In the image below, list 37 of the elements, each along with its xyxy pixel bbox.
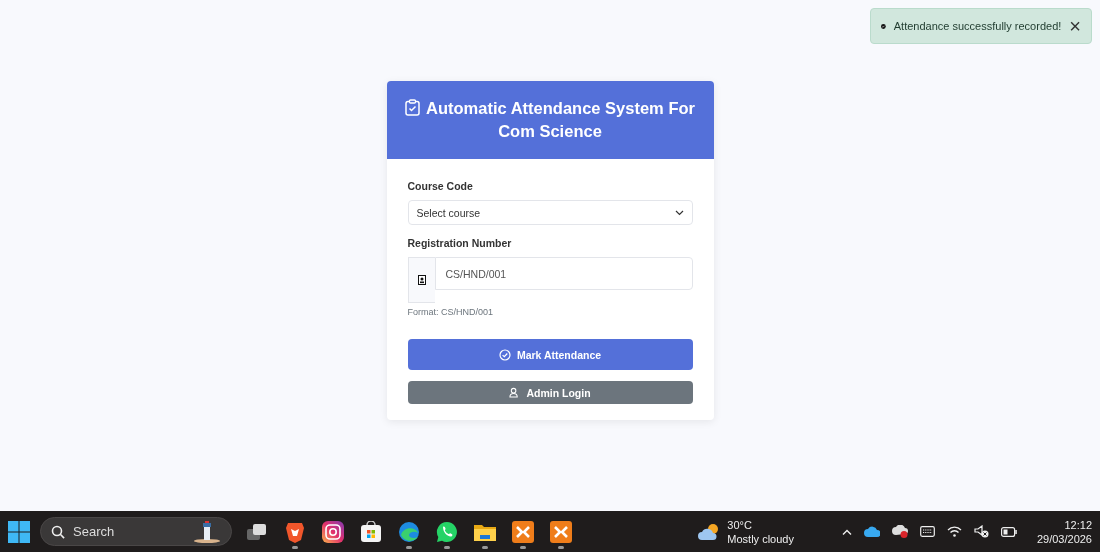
course-select[interactable]: Select course xyxy=(407,200,693,225)
xampp-logo-icon[interactable] xyxy=(550,520,572,543)
battery-icon[interactable] xyxy=(1000,526,1017,537)
mark-attendance-button[interactable]: Mark Attendance xyxy=(407,339,693,370)
user-icon xyxy=(509,387,521,398)
cloud-icon[interactable] xyxy=(863,526,880,537)
toast-message: Attendance successfully recorded! xyxy=(893,20,1062,32)
registration-input[interactable]: CS/HND/001 xyxy=(434,257,693,290)
close-button[interactable]: × xyxy=(1069,16,1081,36)
chat-phone-icon[interactable] xyxy=(436,520,458,543)
field-label: Course Code xyxy=(407,180,474,192)
field-label: Registration Number xyxy=(407,237,513,249)
xampp-logo-icon[interactable] xyxy=(512,520,534,543)
camera-icon[interactable] xyxy=(322,520,344,543)
clock-time: 12:12 xyxy=(1064,517,1092,532)
keyboard-icon[interactable] xyxy=(919,526,935,537)
weather-condition: Mostly cloudy xyxy=(727,531,794,546)
weather-temperature: 30°C xyxy=(727,517,753,532)
check-circle-icon xyxy=(498,348,511,361)
format-hint: Format: CS/HND/001 xyxy=(407,307,495,317)
speaker-muted-icon[interactable] xyxy=(973,525,989,538)
admin-login-button[interactable]: Admin Login xyxy=(407,381,693,404)
chevron-down-icon xyxy=(674,209,684,216)
search-icon xyxy=(51,524,65,539)
windows-logo-icon[interactable] xyxy=(8,520,30,543)
shopping-bag-icon[interactable] xyxy=(360,520,382,543)
cloud-error-icon[interactable] xyxy=(891,525,908,538)
search-field[interactable]: Search xyxy=(40,517,232,546)
task-view-icon[interactable] xyxy=(246,521,268,542)
wifi-icon[interactable] xyxy=(946,526,962,537)
card-title: Automatic Attendance System For Com Science xyxy=(404,97,696,143)
lighthouse-icon xyxy=(193,520,221,543)
clock-date: 29/03/2026 xyxy=(1036,531,1092,546)
wave-circle-icon[interactable] xyxy=(398,520,420,543)
id-card-icon xyxy=(417,275,426,285)
clipboard-check-icon xyxy=(405,99,420,116)
chevron-up-icon[interactable] xyxy=(841,528,852,535)
